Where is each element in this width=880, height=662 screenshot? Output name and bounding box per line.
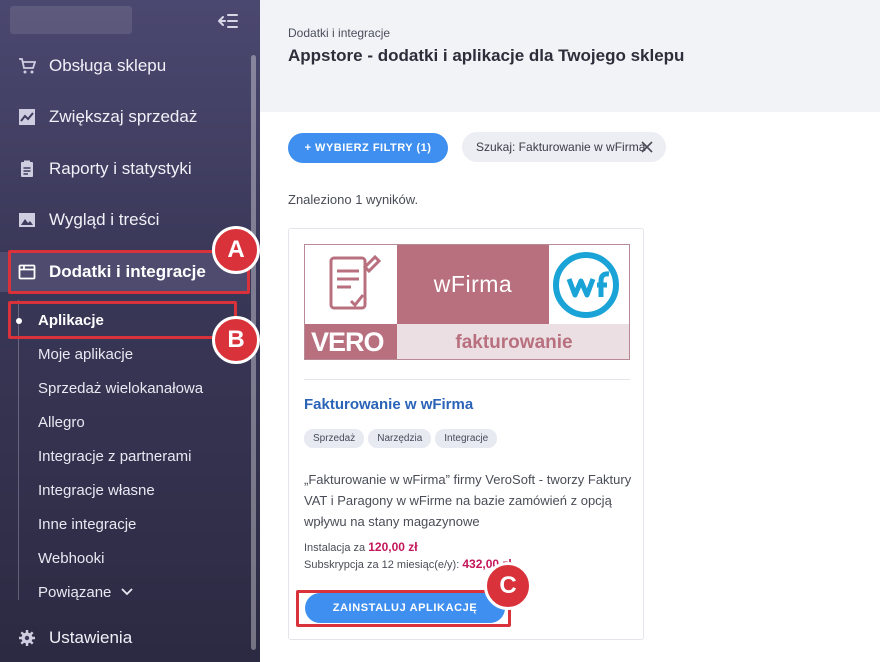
sidebar-item-wyglad[interactable]: Wygląd i treści bbox=[0, 200, 250, 240]
breadcrumb[interactable]: Dodatki i integracje bbox=[288, 26, 390, 40]
search-chip-label: Szukaj: Fakturowanie w wFirma bbox=[476, 140, 646, 154]
annotation-badge-b: B bbox=[212, 316, 260, 364]
tag[interactable]: Integracje bbox=[435, 429, 498, 448]
tag[interactable]: Sprzedaż bbox=[304, 429, 365, 448]
subitem-label: Inne integracje bbox=[38, 515, 137, 533]
highlight-box-c bbox=[296, 590, 511, 627]
page-title: Appstore - dodatki i aplikacje dla Twoje… bbox=[288, 46, 685, 65]
annotation-badge-a: A bbox=[212, 226, 260, 274]
subscription-price-label: Subskrypcja za 12 miesiąc(e/y): bbox=[304, 559, 460, 571]
sidebar-item-label: Wygląd i treści bbox=[49, 210, 160, 229]
sidebar-subitem-sprzedaz-wielokanalowa[interactable]: Sprzedaż wielokanałowa bbox=[0, 373, 250, 403]
card-divider bbox=[304, 379, 630, 380]
subitem-label: Allegro bbox=[38, 413, 85, 431]
sidebar-subitem-integracje-z-partnerami[interactable]: Integracje z partnerami bbox=[0, 441, 250, 471]
sidebar-item-raporty[interactable]: Raporty i statystyki bbox=[0, 149, 250, 189]
page-header: Dodatki i integracje Appstore - dodatki … bbox=[260, 0, 880, 112]
install-price-value: 120,00 zł bbox=[368, 540, 418, 554]
sidebar-item-obsluga-sklepu[interactable]: Obsługa sklepu bbox=[0, 46, 250, 86]
sidebar-subitem-webhooki[interactable]: Webhooki bbox=[0, 543, 250, 573]
vendor-logo: VERO bbox=[305, 324, 397, 359]
collapse-sidebar-icon[interactable] bbox=[216, 12, 240, 30]
sidebar-subitem-inne-integracje[interactable]: Inne integracje bbox=[0, 509, 250, 539]
sidebar-subitem-allegro[interactable]: Allegro bbox=[0, 407, 250, 437]
subitem-label: Powiązane bbox=[38, 583, 112, 601]
sidebar-item-label: Ustawienia bbox=[49, 628, 133, 647]
brand-tagline: fakturowanie bbox=[397, 324, 629, 359]
brand-name: wFirma bbox=[397, 245, 549, 324]
gear-icon bbox=[18, 629, 36, 647]
clipboard-icon bbox=[18, 160, 36, 178]
chevron-down-icon bbox=[121, 588, 134, 596]
cart-icon bbox=[18, 57, 36, 75]
highlight-box-b bbox=[8, 301, 237, 339]
image-icon bbox=[18, 211, 36, 229]
app-banner-image[interactable]: wFirma VERO fakturowanie bbox=[304, 244, 630, 360]
document-icon bbox=[305, 245, 397, 324]
results-count: Znaleziono 1 wyników. bbox=[288, 192, 419, 207]
sidebar-item-label: Zwiększaj sprzedaż bbox=[49, 107, 198, 126]
store-logo[interactable] bbox=[10, 6, 132, 34]
sidebar-subitem-powiazane[interactable]: Powiązane bbox=[0, 577, 250, 607]
subitem-label: Moje aplikacje bbox=[38, 345, 134, 363]
app-description: „Fakturowanie w wFirma” firmy VeroSoft -… bbox=[304, 472, 632, 529]
tag[interactable]: Narzędzia bbox=[368, 429, 432, 448]
wf-logo-icon bbox=[549, 245, 629, 324]
chart-icon bbox=[18, 108, 36, 126]
app-card: wFirma VERO fakturowanie Fakturowanie w … bbox=[288, 228, 644, 640]
sidebar-item-label: Raporty i statystyki bbox=[49, 159, 192, 178]
subitem-label: Integracje z partnerami bbox=[38, 447, 192, 465]
search-filter-chip[interactable]: Szukaj: Fakturowanie w wFirma bbox=[462, 132, 666, 162]
annotation-badge-c: C bbox=[484, 562, 532, 610]
sidebar-item-zwiekszaj-sprzedaz[interactable]: Zwiększaj sprzedaż bbox=[0, 97, 250, 137]
subscription-price-row: Subskrypcja za 12 miesiąc(e/y): 432,00 z… bbox=[304, 557, 512, 571]
close-icon[interactable] bbox=[640, 140, 654, 154]
subitem-label: Webhooki bbox=[38, 549, 105, 567]
install-price-row: Instalacja za 120,00 zł bbox=[304, 540, 418, 554]
install-price-label: Instalacja za bbox=[304, 542, 366, 554]
subitem-label: Integracje własne bbox=[38, 481, 155, 499]
subitem-label: Sprzedaż wielokanałowa bbox=[38, 379, 204, 397]
sidebar-subitem-integracje-wlasne[interactable]: Integracje własne bbox=[0, 475, 250, 505]
tag-list: Sprzedaż Narzędzia Integracje bbox=[304, 429, 498, 448]
sidebar-item-ustawienia[interactable]: Ustawienia bbox=[0, 618, 250, 658]
sidebar-item-label: Obsługa sklepu bbox=[49, 56, 167, 75]
select-filters-button[interactable]: + WYBIERZ FILTRY (1) bbox=[288, 133, 448, 163]
sidebar-header bbox=[0, 0, 260, 42]
app-title-link[interactable]: Fakturowanie w wFirma bbox=[304, 396, 473, 413]
